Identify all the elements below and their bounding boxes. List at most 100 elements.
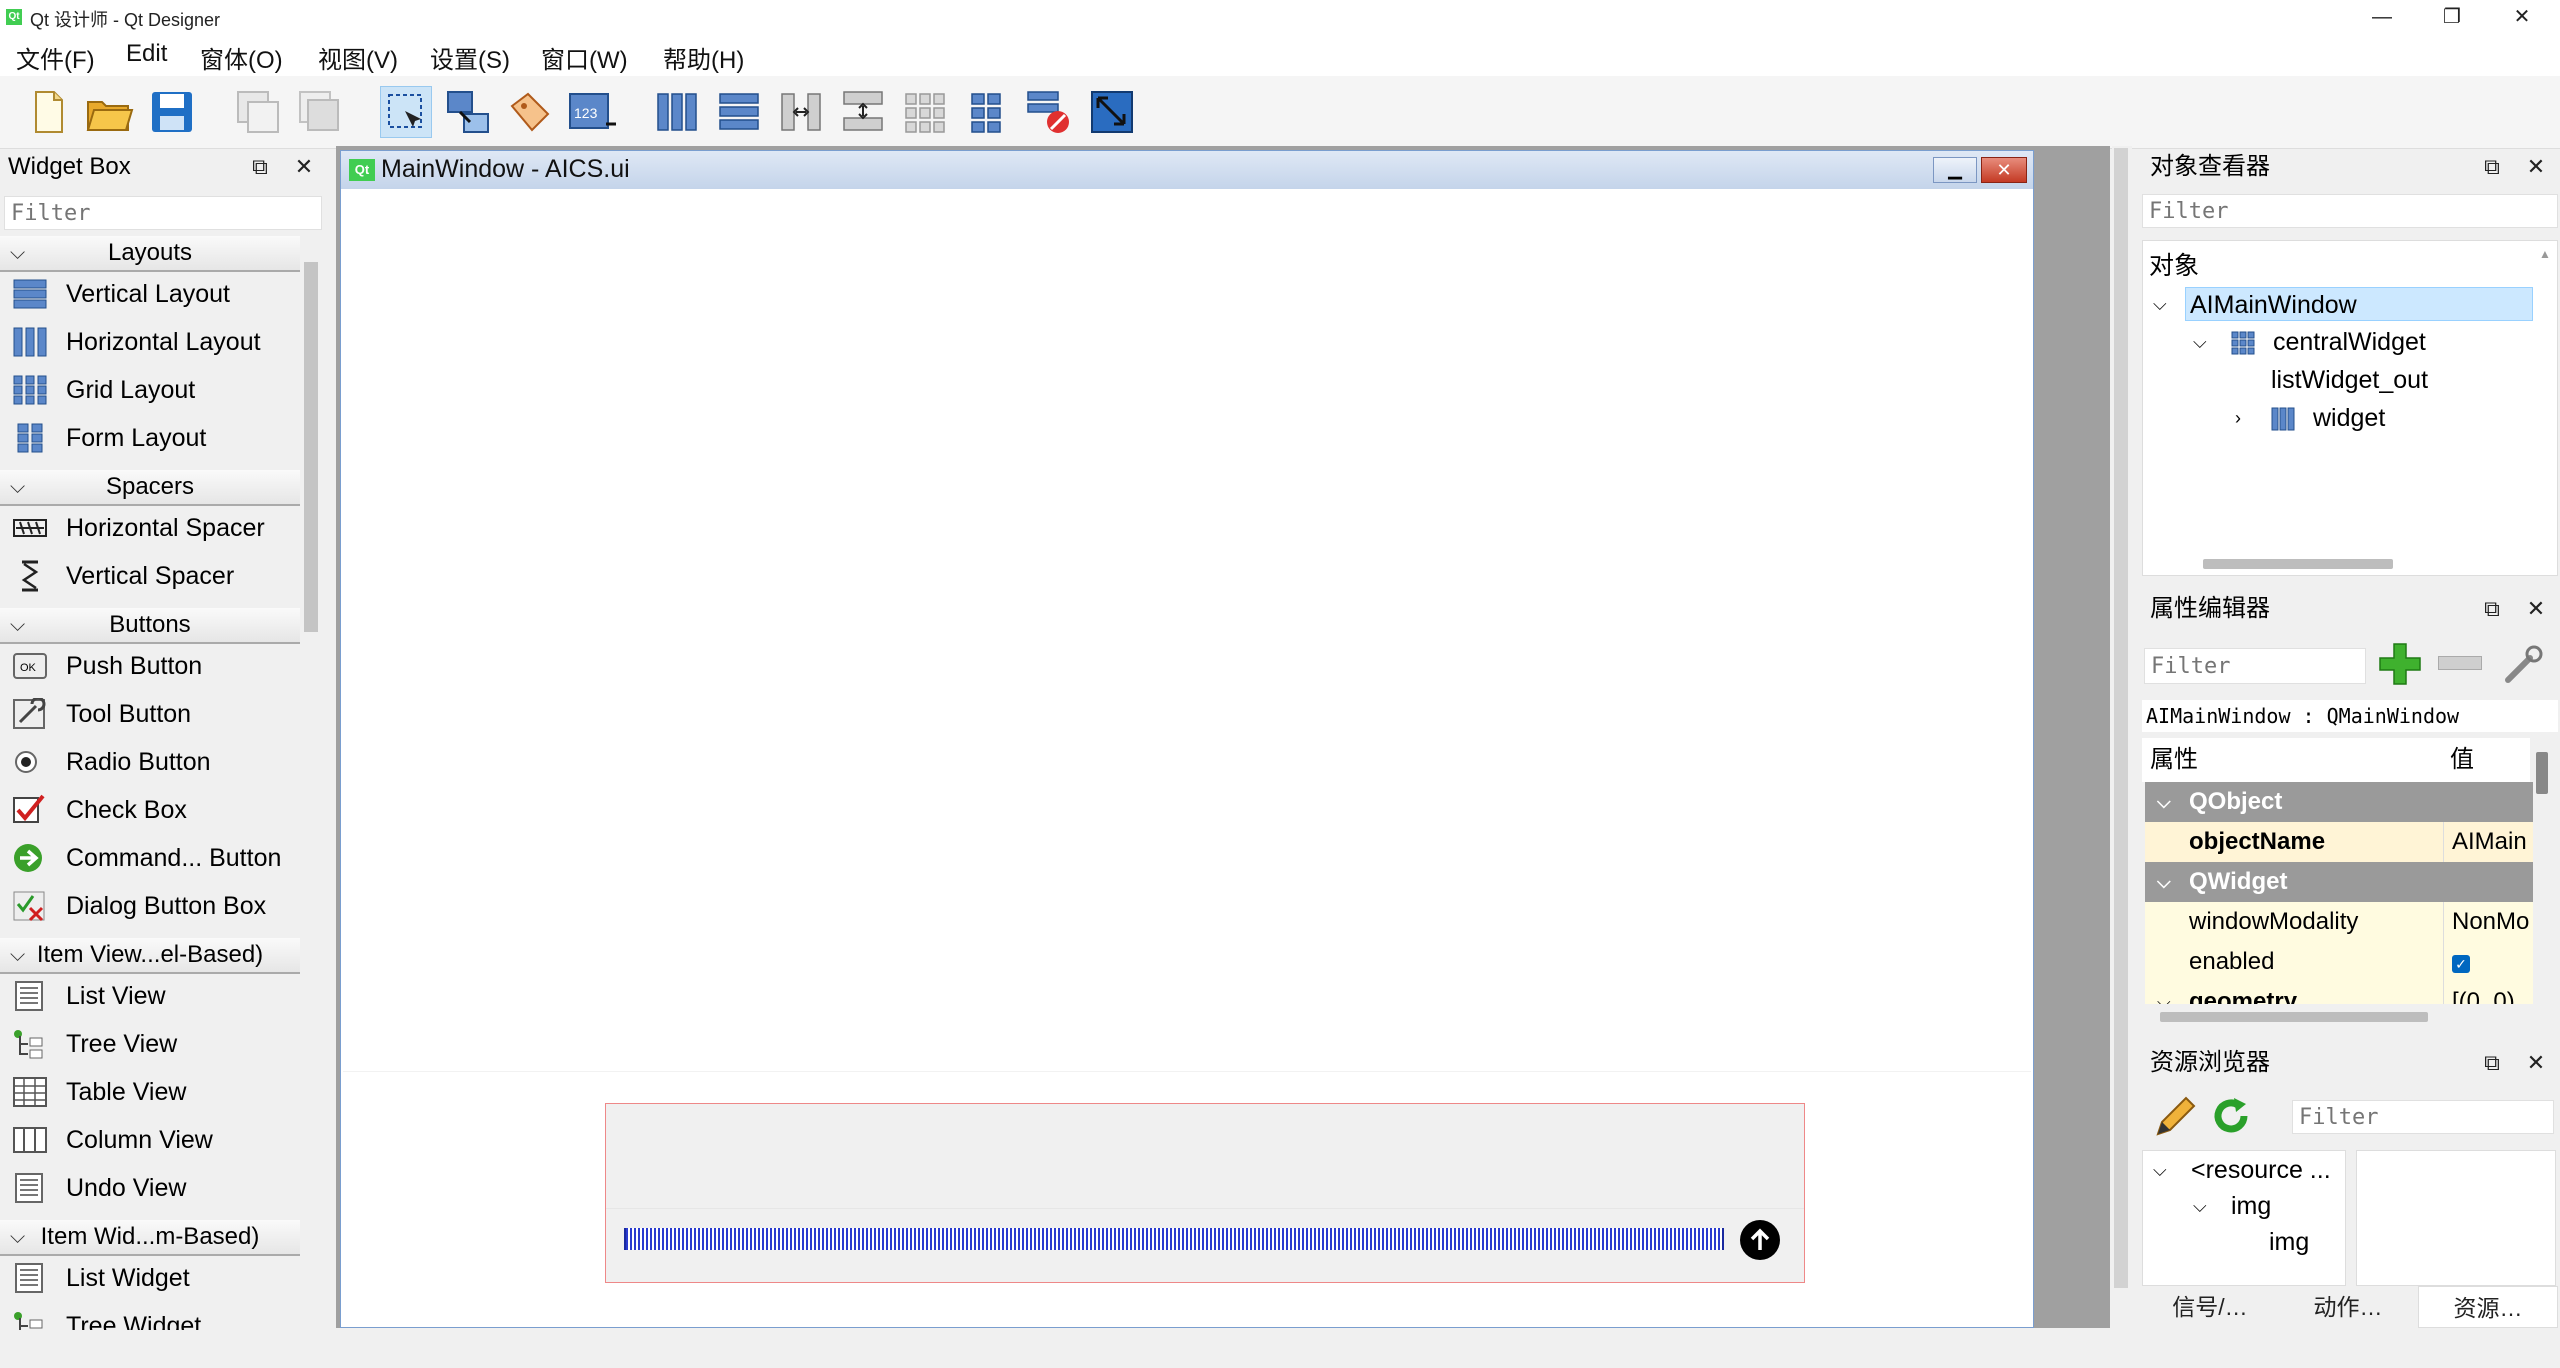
edit-resources-pencil-icon[interactable] xyxy=(2152,1094,2198,1140)
float-dock-icon[interactable]: ⧉ xyxy=(248,155,272,179)
edit-tab-order-icon[interactable]: 123 xyxy=(566,86,618,138)
resource-tree-item-img-child[interactable]: img xyxy=(2269,1223,2309,1261)
widget-item-list-view[interactable]: List View xyxy=(0,972,300,1020)
open-folder-icon[interactable] xyxy=(84,86,136,138)
widget-item-horizontal-layout[interactable]: Horizontal Layout xyxy=(0,318,300,366)
menu-edit[interactable]: Edit xyxy=(126,40,167,68)
object-tree-item-centralwidget[interactable]: centralWidget xyxy=(2273,323,2426,361)
input-text-area[interactable] xyxy=(606,1104,1804,1209)
widget-item-check-box[interactable]: Check Box xyxy=(0,786,300,834)
menu-settings[interactable]: 设置(S) xyxy=(430,40,510,75)
widget-box-filter[interactable] xyxy=(4,196,322,230)
widget-item-form-layout[interactable]: Form Layout xyxy=(0,414,300,462)
close-dock-icon[interactable]: ✕ xyxy=(2524,1051,2548,1075)
save-icon[interactable] xyxy=(146,86,198,138)
configure-wrench-icon[interactable] xyxy=(2500,640,2548,688)
property-row-geometry[interactable]: ⌵ geometry [(0, 0), 1 xyxy=(2145,982,2533,1004)
property-editor-filter[interactable] xyxy=(2144,648,2366,684)
widget-item-dialog-button-box[interactable]: Dialog Button Box xyxy=(0,882,300,930)
widget-item-vertical-spacer[interactable]: Vertical Spacer xyxy=(0,552,300,600)
close-dock-icon[interactable]: ✕ xyxy=(2524,597,2548,621)
mdi-scrollbar[interactable] xyxy=(2114,148,2128,1288)
menu-view[interactable]: 视图(V) xyxy=(318,40,398,75)
chevron-down-icon[interactable]: ⌵ xyxy=(2153,1151,2167,1189)
widget-item-horizontal-spacer[interactable]: Horizontal Spacer xyxy=(0,504,300,552)
menu-file[interactable]: 文件(F) xyxy=(16,40,95,75)
layout-v-splitter-icon[interactable] xyxy=(838,86,890,138)
edit-buddies-icon[interactable] xyxy=(504,86,556,138)
widget-item-column-view[interactable]: Column View xyxy=(0,1116,300,1164)
widget-item-tool-button[interactable]: Tool Button xyxy=(0,690,300,738)
edit-signals-slots-icon[interactable] xyxy=(442,86,494,138)
property-row-enabled[interactable]: enabled ✓ xyxy=(2145,942,2533,982)
resource-tree-item-img[interactable]: img xyxy=(2231,1187,2271,1225)
menu-window[interactable]: 窗口(W) xyxy=(541,40,628,75)
minimize-button[interactable]: — xyxy=(2348,0,2416,34)
close-dock-icon[interactable]: ✕ xyxy=(292,155,316,179)
widget-category-header[interactable]: ⌵ Item Wid...m-Based) xyxy=(0,1220,300,1256)
chevron-right-icon[interactable]: › xyxy=(2235,399,2255,437)
chevron-down-icon[interactable]: ⌵ xyxy=(2193,323,2217,361)
remove-property-icon[interactable] xyxy=(2438,656,2482,670)
property-row-windowmodality[interactable]: windowModality NonMo xyxy=(2145,902,2533,942)
close-button[interactable]: ✕ xyxy=(2488,0,2556,34)
widget-item-push-button[interactable]: OK Push Button xyxy=(0,642,300,690)
property-h-scrollbar[interactable] xyxy=(2160,1012,2428,1022)
property-value[interactable]: [(0, 0), 1 xyxy=(2443,982,2533,1004)
widget-category-header[interactable]: ⌵ Buttons xyxy=(0,608,300,644)
layout-h-splitter-icon[interactable] xyxy=(776,86,828,138)
widget-category-header[interactable]: ⌵ Spacers xyxy=(0,470,300,506)
widget-item-list-widget[interactable]: List Widget xyxy=(0,1254,300,1302)
widget-item-vertical-layout[interactable]: Vertical Layout xyxy=(0,270,300,318)
resource-tree-item-root[interactable]: <resource ... xyxy=(2191,1151,2331,1189)
widget-item-undo-view[interactable]: Undo View xyxy=(0,1164,300,1212)
widget-category-header[interactable]: ⌵ Item View...el-Based) xyxy=(0,938,300,974)
layout-horizontal-icon[interactable] xyxy=(652,86,704,138)
menu-help[interactable]: 帮助(H) xyxy=(663,40,744,75)
input-widget[interactable] xyxy=(605,1103,1805,1283)
resource-browser-filter[interactable] xyxy=(2292,1100,2554,1134)
layout-grid-icon[interactable] xyxy=(900,86,952,138)
send-arrow-up-icon[interactable] xyxy=(1740,1220,1780,1260)
form-close-icon[interactable]: ✕ xyxy=(1981,157,2027,183)
widget-item-grid-layout[interactable]: Grid Layout xyxy=(0,366,300,414)
widget-box-scrollbar[interactable] xyxy=(304,262,318,632)
object-inspector-filter[interactable] xyxy=(2142,194,2558,228)
listWidget-out-area[interactable] xyxy=(343,191,2031,1072)
property-value[interactable]: NonMo xyxy=(2443,902,2533,942)
widget-item-table-view[interactable]: Table View xyxy=(0,1068,300,1116)
property-group-qwidget[interactable]: ⌵ QWidget xyxy=(2145,862,2533,902)
widget-item-tree-view[interactable]: Tree View xyxy=(0,1020,300,1068)
widget-item-command-button[interactable]: Command... Button xyxy=(0,834,300,882)
property-group-qobject[interactable]: ⌵ QObject xyxy=(2145,782,2533,822)
property-value[interactable]: AIMain xyxy=(2443,822,2533,862)
chevron-down-icon[interactable]: ⌵ xyxy=(2193,1187,2207,1225)
float-dock-icon[interactable]: ⧉ xyxy=(2480,155,2504,179)
object-tree-v-scrollbar[interactable]: ▲ xyxy=(2539,247,2553,547)
object-tree-item-aimainwindow[interactable]: AIMainWindow xyxy=(2185,287,2533,321)
layout-vertical-icon[interactable] xyxy=(714,86,766,138)
menu-form[interactable]: 窗体(O) xyxy=(200,40,283,75)
adjust-size-icon[interactable] xyxy=(1086,86,1138,138)
object-tree-h-scrollbar[interactable] xyxy=(2203,559,2393,569)
tab-resource-browser[interactable]: 资源… xyxy=(2418,1286,2558,1328)
enabled-checkbox[interactable]: ✓ xyxy=(2452,955,2470,973)
property-row-objectname[interactable]: objectName AIMain xyxy=(2145,822,2533,862)
copy-form-icon[interactable] xyxy=(232,86,284,138)
layout-form-icon[interactable] xyxy=(962,86,1014,138)
paste-form-icon[interactable] xyxy=(294,86,346,138)
object-tree-item-widget[interactable]: widget xyxy=(2313,399,2385,437)
new-file-icon[interactable] xyxy=(22,86,74,138)
break-layout-icon[interactable] xyxy=(1024,86,1076,138)
widget-category-header[interactable]: ⌵ Layouts xyxy=(0,236,300,272)
chevron-down-icon[interactable]: ⌵ xyxy=(2153,285,2177,323)
property-value[interactable]: ✓ xyxy=(2443,942,2533,982)
edit-widgets-icon[interactable] xyxy=(380,86,432,138)
tab-signal-slot-editor[interactable]: 信号/… xyxy=(2142,1286,2278,1328)
float-dock-icon[interactable]: ⧉ xyxy=(2480,597,2504,621)
form-minimize-icon[interactable]: ▁ xyxy=(1933,157,1977,183)
maximize-button[interactable]: ❐ xyxy=(2418,0,2486,34)
form-window[interactable]: Qt MainWindow - AICS.ui ▁ ✕ xyxy=(340,150,2034,1328)
close-dock-icon[interactable]: ✕ xyxy=(2524,155,2548,179)
object-tree-item-listwidget-out[interactable]: listWidget_out xyxy=(2271,361,2428,399)
